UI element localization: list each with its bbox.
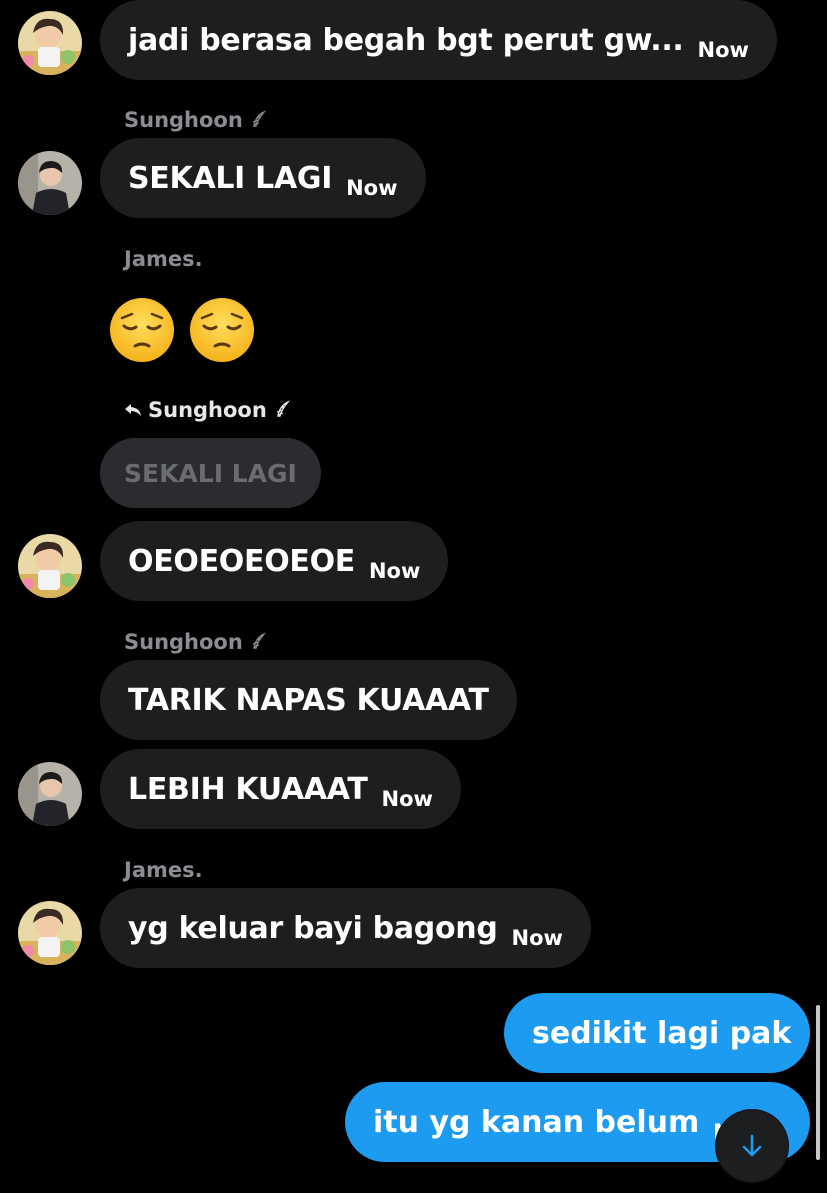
- avatar-sunghoon[interactable]: [18, 151, 82, 215]
- message-bubble[interactable]: OEOEOEOEOE Now: [100, 521, 449, 601]
- sender-name: Sunghoon: [124, 630, 269, 654]
- message-bubble[interactable]: jadi berasa begah bgt perut gw... Now: [100, 0, 777, 80]
- sender-name-text: Sunghoon: [124, 108, 243, 132]
- avatar-james-image: [18, 534, 82, 598]
- sender-name: Sunghoon: [124, 108, 269, 132]
- reply-arrow-icon: [125, 404, 141, 416]
- scrollbar[interactable]: [816, 1005, 820, 1160]
- message-text: OEOEOEOEOE: [128, 543, 355, 579]
- message-text: yg keluar bayi bagong: [128, 910, 498, 946]
- message-timestamp: Now: [368, 559, 421, 583]
- message-text: itu yg kanan belum: [373, 1104, 700, 1140]
- sender-name-text: Sunghoon: [124, 630, 243, 654]
- pensive-face-emoji: [110, 298, 174, 362]
- avatar-james-image: [18, 11, 82, 75]
- avatar-james-image: [18, 901, 82, 965]
- pensive-face-emoji: [190, 298, 254, 362]
- message-bubble[interactable]: yg keluar bayi bagong Now: [100, 888, 591, 968]
- message-text: LEBIH KUAAAT: [128, 771, 368, 807]
- avatar-sunghoon-image: [18, 762, 82, 826]
- message-bubble[interactable]: TARIK NAPAS KUAAAT: [100, 660, 517, 740]
- message-text: SEKALI LAGI: [128, 160, 333, 196]
- avatar-james[interactable]: [18, 534, 82, 598]
- feather-badge-icon: [276, 400, 291, 417]
- avatar-james[interactable]: [18, 901, 82, 965]
- avatar-james[interactable]: [18, 11, 82, 75]
- message-timestamp: Now: [697, 38, 749, 62]
- outgoing-message-bubble[interactable]: sedikit lagi pak: [504, 993, 810, 1073]
- message-timestamp: Now: [381, 787, 433, 811]
- message-bubble[interactable]: LEBIH KUAAAT Now: [100, 749, 461, 829]
- message-text: TARIK NAPAS KUAAAT: [128, 682, 489, 718]
- avatar-sunghoon[interactable]: [18, 762, 82, 826]
- chat-thread: jadi berasa begah bgt perut gw... Now Su…: [0, 0, 827, 1193]
- sender-name: James.: [124, 858, 203, 882]
- message-timestamp: Now: [346, 176, 398, 200]
- reply-context[interactable]: Sunghoon: [124, 398, 293, 422]
- message-text: sedikit lagi pak: [532, 1015, 792, 1051]
- avatar-sunghoon-image: [18, 151, 82, 215]
- arrow-down-icon: [742, 1134, 762, 1157]
- quoted-text: SEKALI LAGI: [124, 458, 297, 488]
- feather-badge-icon: [252, 110, 267, 127]
- reply-sender: Sunghoon: [148, 398, 267, 422]
- message-bubble[interactable]: SEKALI LAGI Now: [100, 138, 426, 218]
- scroll-to-bottom-button[interactable]: [716, 1110, 788, 1182]
- sender-name-text: James.: [124, 247, 203, 271]
- quoted-message[interactable]: SEKALI LAGI: [100, 438, 321, 508]
- sender-name-text: James.: [124, 858, 203, 882]
- message-timestamp: Now: [511, 926, 563, 950]
- feather-badge-icon: [252, 632, 267, 649]
- sender-name: James.: [124, 247, 203, 271]
- message-text: jadi berasa begah bgt perut gw...: [128, 22, 684, 58]
- emoji-message[interactable]: [108, 296, 256, 364]
